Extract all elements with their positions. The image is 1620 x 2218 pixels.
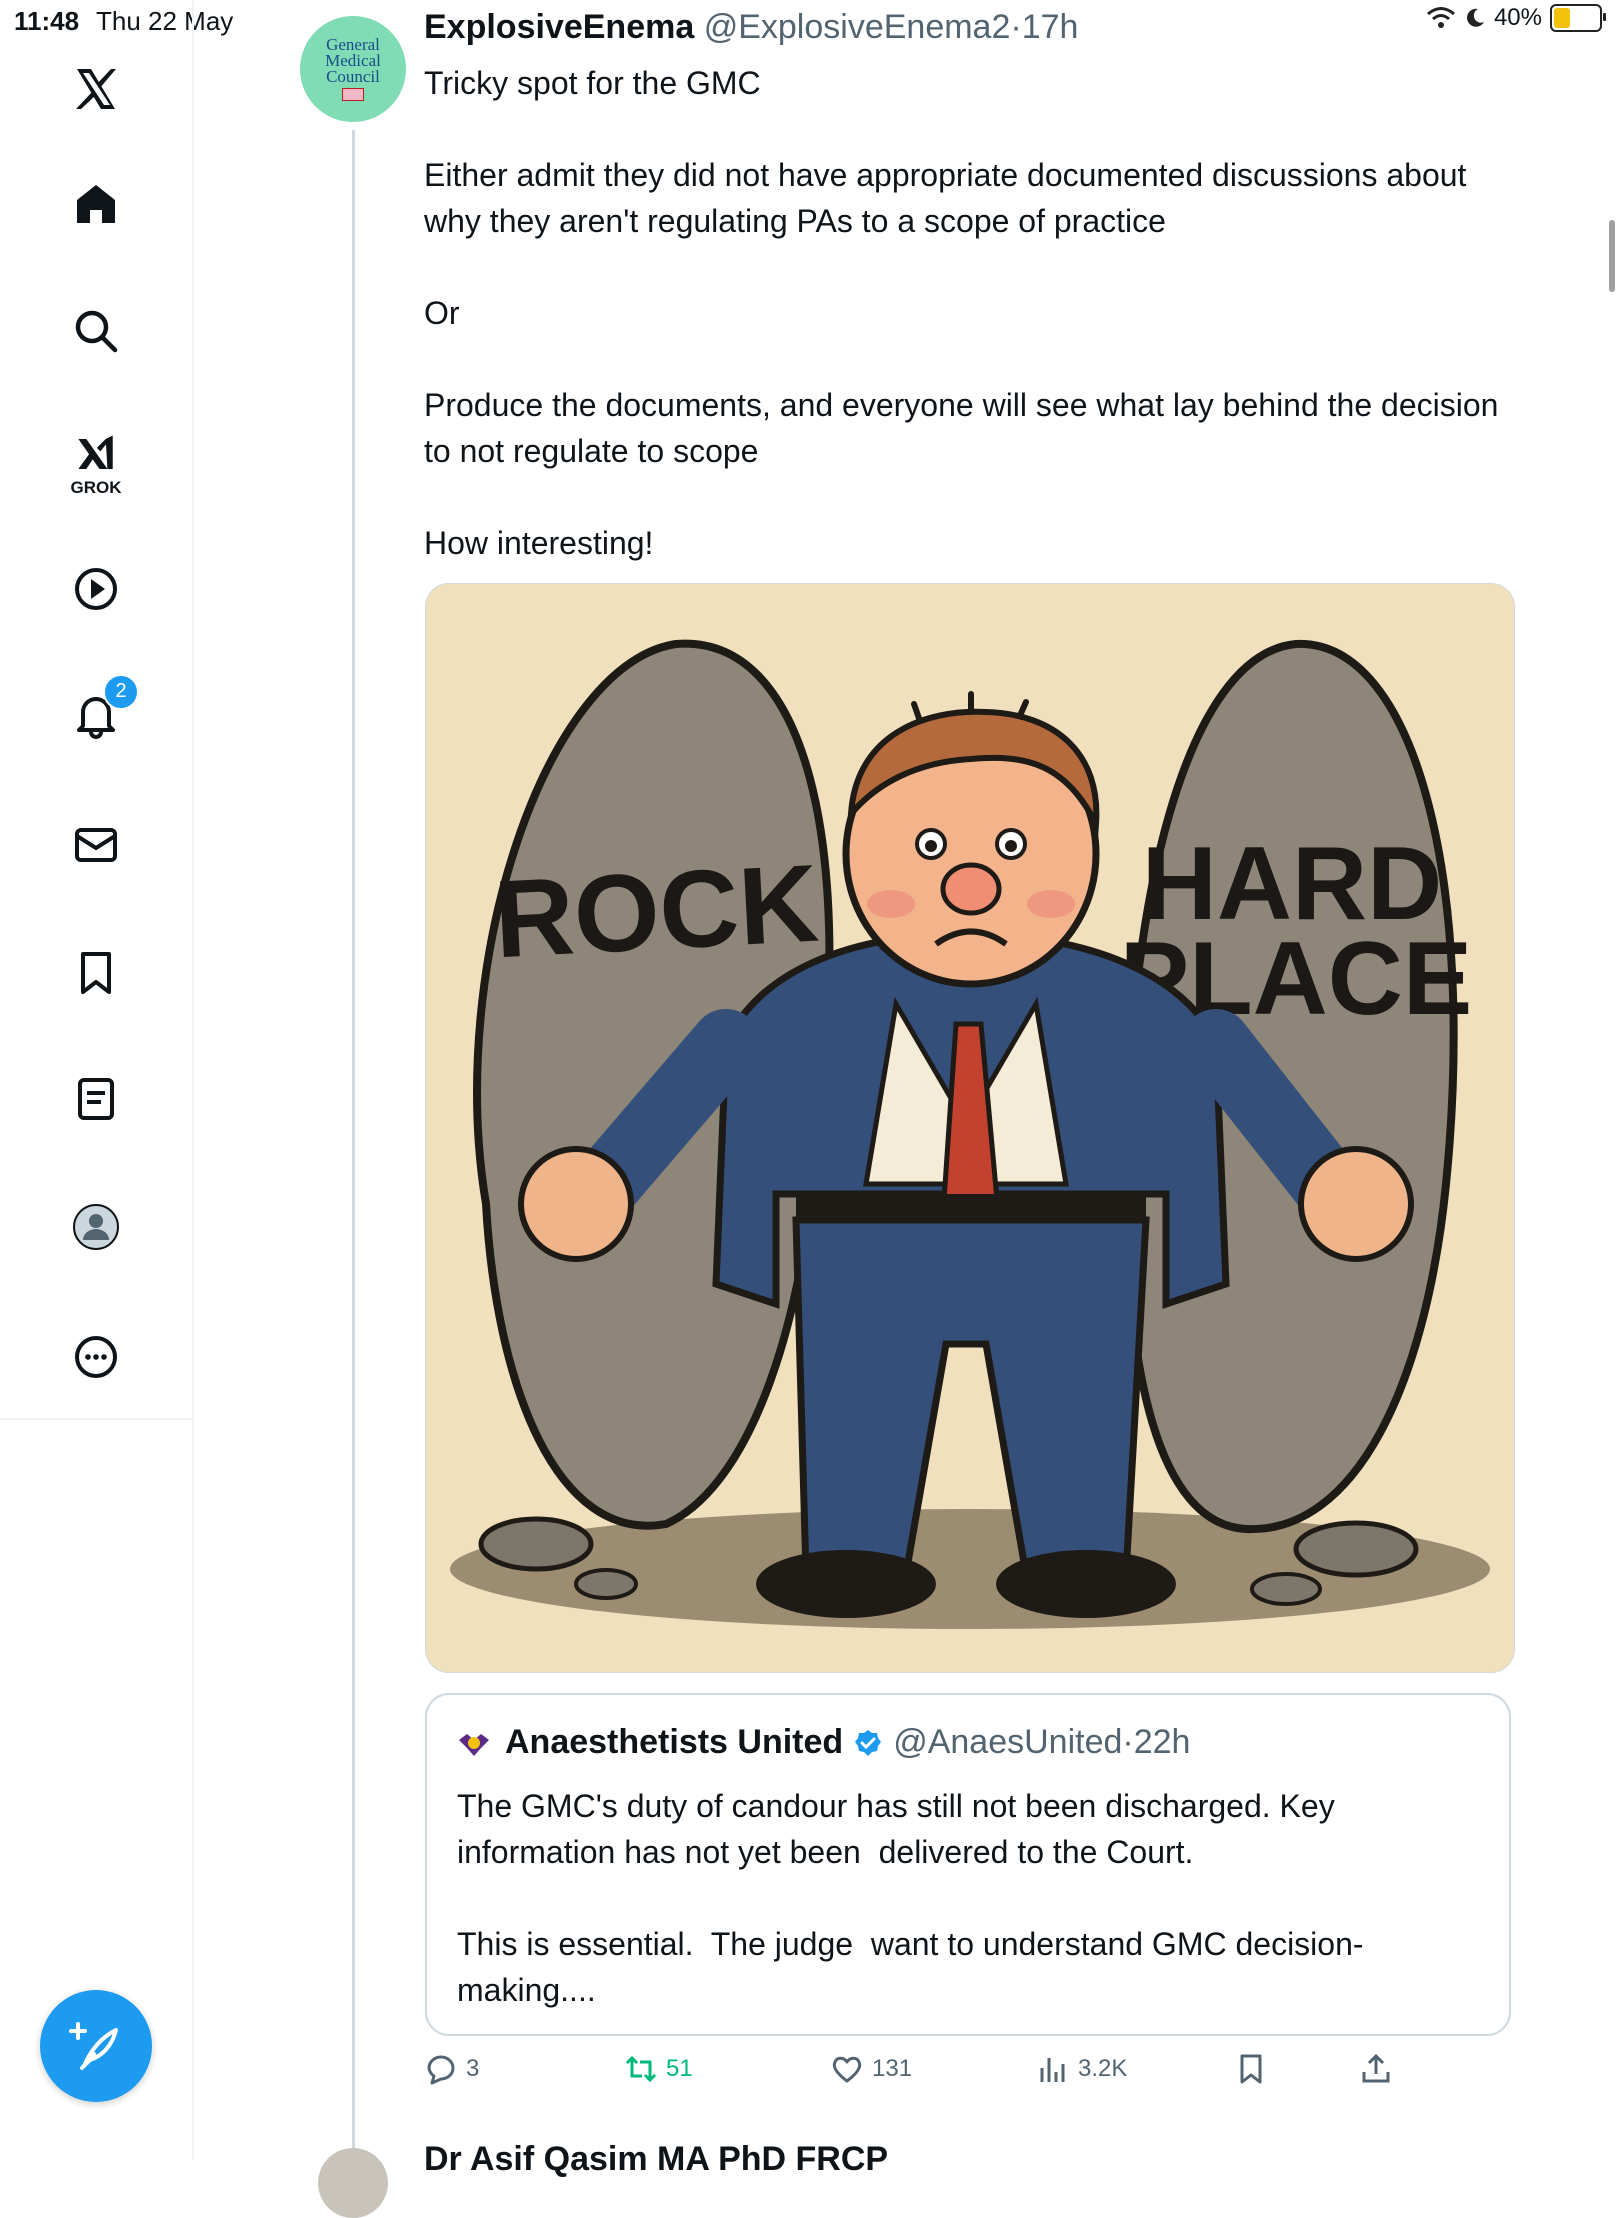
battery-percent: 40% [1493, 4, 1542, 31]
play-circle-icon [75, 568, 117, 610]
notifications-badge: 2 [103, 674, 139, 710]
tweet-image[interactable]: ROCK HARD PLACE [425, 583, 1515, 1673]
quoted-author-name[interactable]: Anaesthetists United [505, 1723, 843, 1762]
reply-count: 3 [466, 2055, 480, 2082]
views-count: 3.2K [1078, 2055, 1128, 2082]
thread-line [352, 130, 355, 2160]
mail-icon [75, 828, 117, 862]
moon-icon [1467, 8, 1484, 27]
sidebar-divider [0, 1418, 192, 1420]
sidebar-item-videos[interactable] [48, 544, 144, 634]
x-logo-button[interactable] [48, 44, 144, 134]
repost-count: 51 [666, 2055, 693, 2082]
repost-button[interactable]: 51 [624, 2052, 693, 2086]
reply-icon [427, 2055, 455, 2085]
left-rock-label: ROCK [491, 842, 821, 982]
profile-avatar-icon [73, 1204, 119, 1250]
author-handle[interactable]: @ExplosiveEnema2 [704, 8, 1011, 46]
sidebar-item-profile[interactable] [48, 1182, 144, 1272]
scrollbar[interactable] [1609, 220, 1615, 292]
tweet-text: Tricky spot for the GMC Either admit the… [424, 65, 1499, 561]
tweet-header: ExplosiveEnema @ExplosiveEnema2·17h [424, 8, 1078, 47]
views-button[interactable]: 3.2K [1036, 2052, 1127, 2086]
tweet-time[interactable]: 17h [1022, 8, 1079, 46]
more-circle-icon [75, 1336, 117, 1378]
x-logo-icon [76, 69, 116, 109]
tweet-actions: 3 51 131 3.2K [424, 2052, 1524, 2102]
quoted-tweet[interactable]: Anaesthetists United @AnaesUnited · 22h Th… [425, 1693, 1511, 2036]
sidebar-item-bookmarks[interactable] [48, 928, 144, 1018]
author-avatar[interactable]: General Medical Council [300, 16, 406, 122]
verified-badge-icon [855, 1729, 882, 1756]
repost-icon [625, 2055, 657, 2083]
quoted-author-avatar[interactable] [457, 1726, 491, 1760]
share-icon [1362, 2053, 1390, 2083]
sidebar-item-home[interactable] [48, 158, 144, 248]
heart-icon [832, 2056, 862, 2083]
reply-button[interactable]: 3 [424, 2052, 479, 2086]
analytics-icon [1040, 2058, 1065, 2082]
wifi-icon [1426, 7, 1455, 28]
battery-fill [1554, 8, 1570, 28]
search-icon [75, 310, 118, 353]
quoted-tweet-header: Anaesthetists United @AnaesUnited · 22h [457, 1723, 1190, 1762]
rock-hard-place-illustration: ROCK HARD PLACE [426, 584, 1514, 1672]
header-separator: · [1010, 8, 1022, 46]
quoted-author-handle[interactable]: @AnaesUnited [893, 1723, 1122, 1762]
compose-feather-icon [69, 2022, 118, 2070]
like-count: 131 [872, 2055, 913, 2082]
sidebar-item-grok[interactable]: GROK [48, 420, 144, 510]
grok-label: GROK [70, 478, 122, 497]
bookmark-icon [1240, 2054, 1262, 2084]
sidebar-item-notifications[interactable]: 2 [48, 670, 144, 760]
share-button[interactable] [1359, 2052, 1393, 2086]
sidebar-item-more[interactable] [48, 1312, 144, 1402]
avatar-text: General Medical Council [325, 35, 381, 86]
list-icon [78, 1078, 114, 1120]
like-button[interactable]: 131 [830, 2052, 912, 2086]
bookmark-button[interactable] [1234, 2052, 1268, 2086]
sidebar-nav: GROK 2 [0, 0, 194, 2160]
quoted-time[interactable]: 22h [1134, 1723, 1191, 1762]
quoted-tweet-text: The GMC's duty of candour has still not … [457, 1788, 1364, 2008]
author-name[interactable]: ExplosiveEnema [424, 8, 694, 46]
sidebar-item-messages[interactable] [48, 800, 144, 890]
avatar-stamp [342, 88, 364, 101]
status-right: 40% [1426, 4, 1606, 32]
grok-icon [78, 435, 113, 469]
next-tweet-avatar[interactable] [318, 2148, 388, 2218]
sidebar-item-lists[interactable] [48, 1054, 144, 1144]
bookmark-icon [81, 952, 111, 994]
compose-button[interactable] [40, 1990, 152, 2102]
quoted-separator: · [1122, 1723, 1134, 1761]
home-icon [77, 185, 115, 223]
battery-icon [1550, 4, 1606, 32]
sidebar-item-search[interactable] [48, 286, 144, 376]
